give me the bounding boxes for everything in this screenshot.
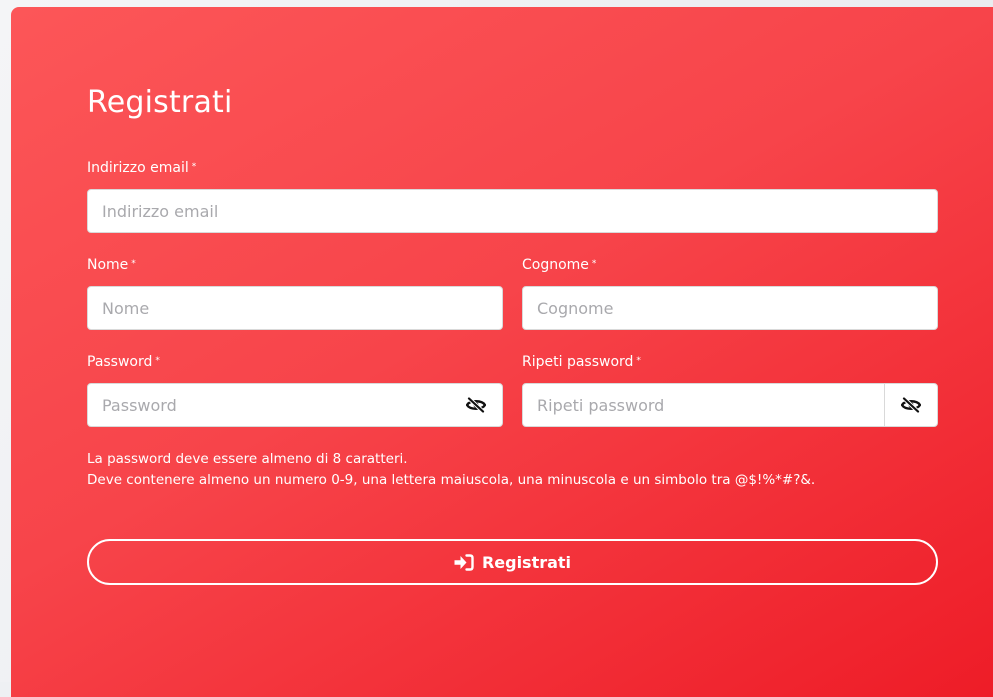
required-mark: * (155, 356, 160, 366)
required-mark: * (191, 162, 197, 172)
register-button-label: Registrati (481, 552, 572, 572)
last-name-label: Cognome * (522, 256, 596, 274)
register-button[interactable]: Registrati (87, 539, 938, 585)
first-name-label: Nome * (87, 256, 136, 274)
password-hint-line-2: Deve contenere almeno un numero 0-9, una… (87, 472, 816, 488)
password-requirements: La password deve essere almeno di 8 cara… (87, 449, 947, 491)
first-name-input[interactable] (88, 287, 502, 329)
password-label-text: Password (87, 354, 153, 370)
required-mark: * (636, 356, 641, 366)
registration-card: Registrati Indirizzo email* Nome* Cognom… (11, 7, 993, 697)
email-label-text: Indirizzo email (87, 160, 189, 176)
confirm-password-label-text: Ripeti password (522, 354, 634, 370)
confirm-password-field (522, 383, 938, 427)
last-name-input[interactable] (523, 287, 937, 329)
password-label: Password * (87, 353, 160, 371)
last-name-field (522, 286, 938, 330)
email-label: Indirizzo email * (87, 159, 196, 177)
first-name-field (87, 286, 503, 330)
sign-in-icon (454, 553, 474, 571)
email-input[interactable] (88, 190, 937, 232)
required-mark: * (591, 259, 597, 269)
password-field (87, 383, 503, 427)
last-name-label-text: Cognome (522, 257, 589, 273)
password-visibility-toggle[interactable] (450, 384, 502, 426)
password-input[interactable] (88, 384, 448, 426)
required-mark: * (131, 259, 136, 269)
confirm-password-label: Ripeti password * (522, 353, 641, 371)
form-title: Registrati (87, 85, 233, 120)
password-hint-line-1: La password deve essere almeno di 8 cara… (87, 451, 408, 467)
eye-slash-icon (466, 397, 486, 413)
eye-slash-icon (901, 397, 921, 413)
email-field (87, 189, 938, 233)
confirm-password-input[interactable] (523, 384, 883, 426)
first-name-label-text: Nome (87, 257, 129, 273)
confirm-password-visibility-toggle[interactable] (884, 384, 937, 426)
